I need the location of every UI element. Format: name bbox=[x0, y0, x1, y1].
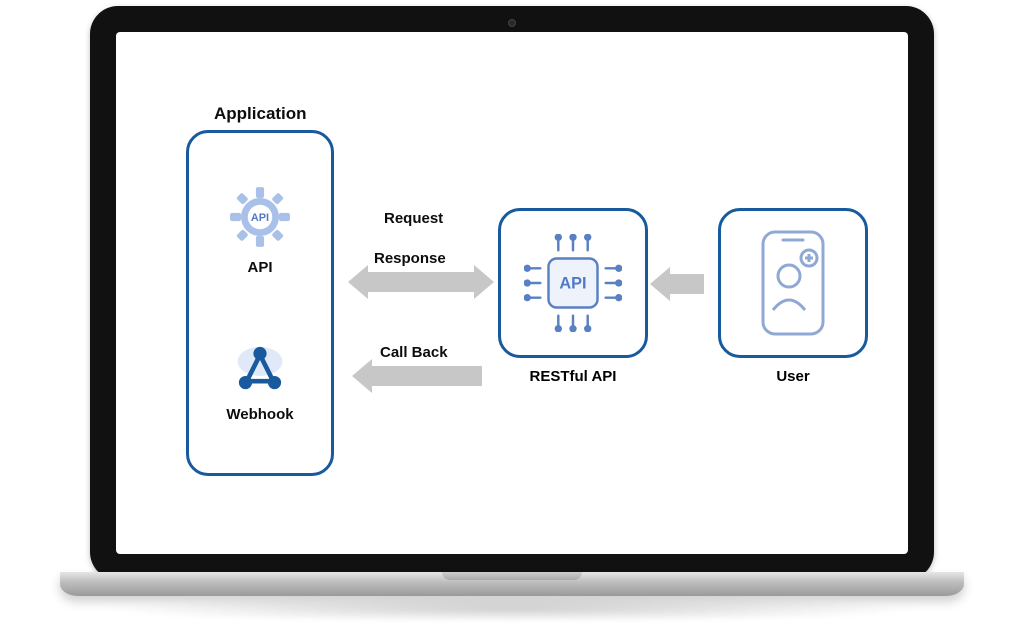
request-label: Request bbox=[384, 210, 443, 227]
webhook-icon bbox=[227, 340, 293, 400]
application-title: Application bbox=[214, 104, 307, 124]
laptop-reflection bbox=[96, 596, 928, 622]
request-response-arrow bbox=[366, 272, 476, 292]
callback-label: Call Back bbox=[380, 344, 448, 361]
user-to-api-arrow bbox=[668, 274, 704, 294]
laptop-notch bbox=[442, 572, 582, 580]
webhook-label: Webhook bbox=[226, 406, 293, 423]
webhook-section: Webhook bbox=[226, 340, 293, 423]
application-box: API API bbox=[186, 130, 334, 476]
laptop-frame: Application bbox=[60, 0, 964, 610]
laptop-screen: Application bbox=[116, 32, 908, 554]
api-label: API bbox=[247, 259, 272, 276]
user-box bbox=[718, 208, 868, 358]
restful-api-box: API bbox=[498, 208, 648, 358]
laptop-bezel: Application bbox=[90, 6, 934, 580]
gear-api-text: API bbox=[251, 212, 269, 224]
laptop-base bbox=[60, 572, 964, 596]
response-label: Response bbox=[374, 250, 446, 267]
camera-icon bbox=[508, 19, 516, 27]
chip-api-text: API bbox=[559, 275, 586, 293]
chip-icon: API bbox=[524, 234, 622, 332]
callback-arrow bbox=[370, 366, 482, 386]
api-section: API API bbox=[226, 183, 294, 276]
user-label: User bbox=[718, 368, 868, 385]
restful-api-label: RESTful API bbox=[498, 368, 648, 385]
gear-icon: API bbox=[226, 183, 294, 251]
phone-user-icon bbox=[753, 228, 833, 338]
